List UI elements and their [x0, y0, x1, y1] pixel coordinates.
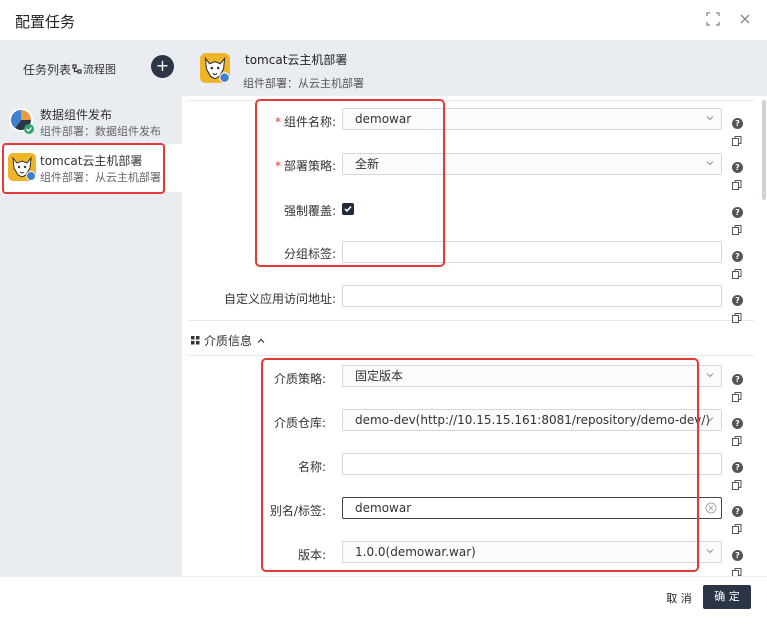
chevron-down-icon	[706, 373, 714, 378]
help-icon[interactable]: ?	[732, 550, 743, 561]
highlight-box-selected-task	[2, 143, 165, 194]
help-icon[interactable]: ?	[732, 506, 743, 517]
copy-icon[interactable]	[732, 313, 742, 323]
flowchart-tab[interactable]: 流程图	[72, 61, 116, 77]
help-icon[interactable]: ?	[732, 418, 743, 429]
copy-icon[interactable]	[732, 392, 742, 402]
divider	[188, 355, 754, 356]
scrollbar[interactable]	[762, 100, 766, 200]
task-item-sub: 组件部署：数据组件发布	[40, 125, 161, 138]
flowchart-icon	[72, 64, 82, 74]
help-icon[interactable]: ?	[732, 207, 743, 218]
chevron-up-icon	[257, 338, 265, 343]
custom-url-input[interactable]	[342, 285, 722, 307]
copy-icon[interactable]	[732, 524, 742, 534]
help-icon[interactable]: ?	[732, 251, 743, 262]
component-header: tomcat云主机部署 组件部署：从云主机部署	[182, 40, 767, 96]
flowchart-label: 流程图	[83, 63, 116, 76]
copy-icon[interactable]	[732, 225, 742, 235]
confirm-button[interactable]: 确 定	[703, 585, 751, 609]
highlight-box-deploy-settings	[255, 99, 445, 267]
data-component-icon	[9, 108, 34, 134]
divider	[188, 320, 754, 321]
task-sidebar: 任务列表 流程图 + 数据组件发布 组件部署：数据组件发布 tomcat云主机部…	[0, 40, 182, 576]
copy-icon[interactable]	[732, 269, 742, 279]
tomcat-icon	[200, 53, 230, 83]
sidebar-header: 任务列表 流程图 +	[0, 40, 182, 96]
task-item-name: 数据组件发布	[40, 108, 113, 122]
chevron-down-icon	[706, 549, 714, 554]
add-task-button[interactable]: +	[151, 55, 174, 78]
chevron-down-icon	[706, 161, 714, 166]
help-icon[interactable]: ?	[732, 118, 743, 129]
copy-icon[interactable]	[732, 180, 742, 190]
help-icon[interactable]: ?	[732, 162, 743, 173]
help-icon[interactable]: ?	[732, 295, 743, 306]
dialog-footer: 取 消 确 定	[0, 576, 767, 624]
chevron-down-icon	[706, 116, 714, 121]
media-section-header[interactable]: 介质信息	[191, 332, 266, 349]
component-sub: 组件部署：从云主机部署	[243, 77, 364, 90]
clear-icon[interactable]	[705, 502, 717, 514]
copy-icon[interactable]	[732, 480, 742, 490]
grid-icon	[191, 336, 200, 345]
dialog-title: 配置任务	[15, 13, 76, 31]
chevron-down-icon	[706, 417, 714, 422]
media-section-title: 介质信息	[204, 334, 253, 348]
task-config-panel: tomcat云主机部署 组件部署：从云主机部署 * 组件名称: demowar *…	[182, 40, 767, 578]
maximize-icon[interactable]	[706, 12, 720, 26]
task-list-tab[interactable]: 任务列表	[23, 61, 71, 78]
help-icon[interactable]: ?	[732, 462, 743, 473]
help-icon[interactable]: ?	[732, 374, 743, 385]
copy-icon[interactable]	[732, 436, 742, 446]
title-bar: 配置任务	[0, 0, 767, 40]
highlight-box-media-settings	[261, 358, 699, 572]
close-icon[interactable]	[738, 12, 752, 26]
cancel-button[interactable]: 取 消	[661, 587, 697, 611]
copy-icon[interactable]	[732, 136, 742, 146]
task-item-data-component[interactable]: 数据组件发布 组件部署：数据组件发布	[0, 98, 182, 146]
custom-url-label: 自定义应用访问地址:	[223, 292, 336, 306]
component-name: tomcat云主机部署	[245, 53, 348, 67]
config-task-dialog: 配置任务 任务列表 流程图 + 数据组件发布 组件部署：数据组件发布 tomca…	[0, 0, 767, 624]
